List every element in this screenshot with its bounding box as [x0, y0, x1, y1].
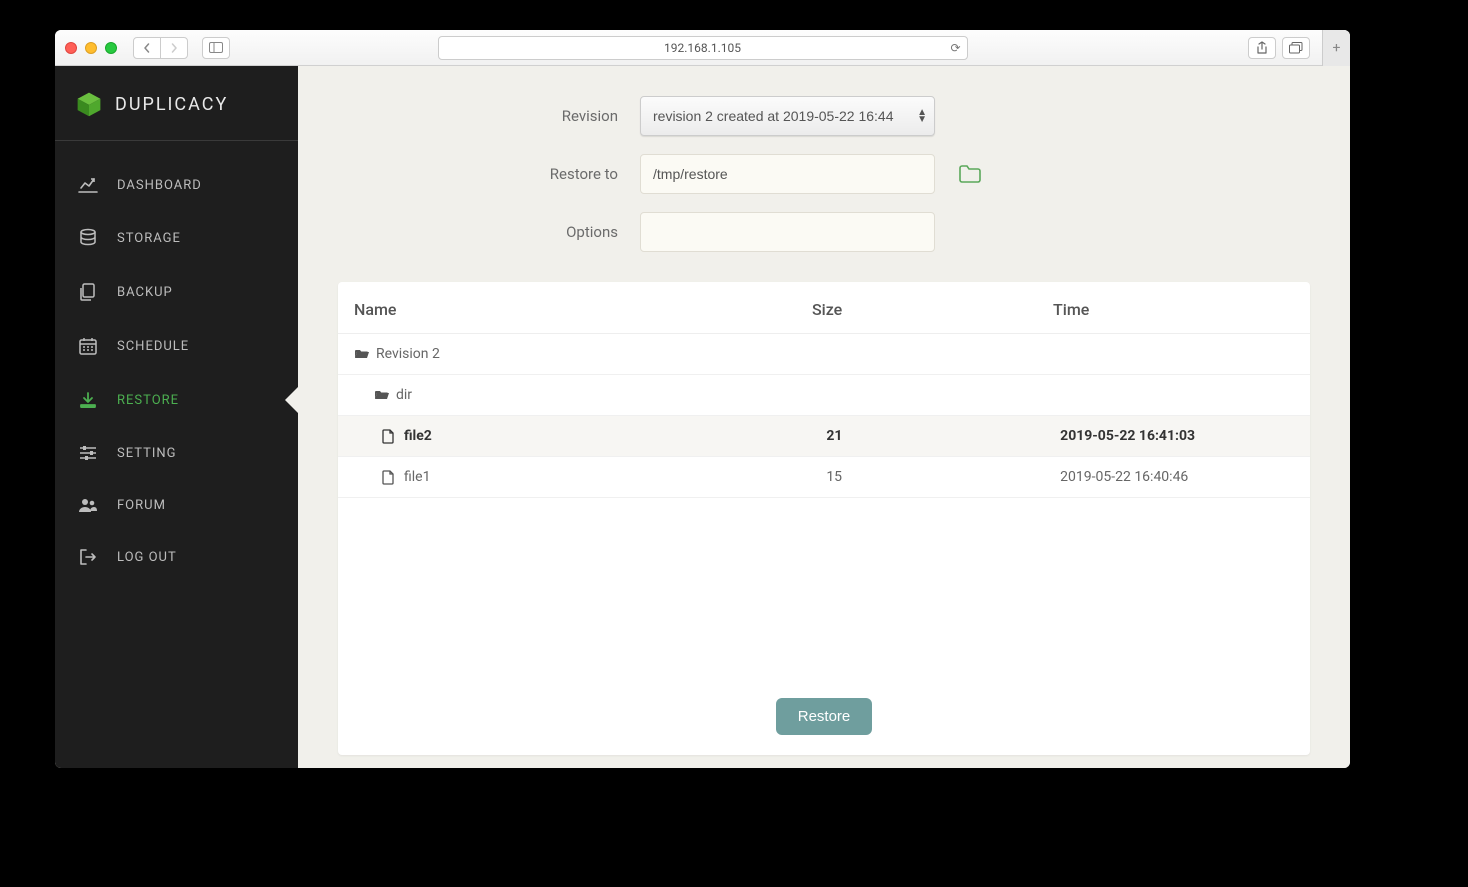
- brand-text: DUPLICACY: [115, 94, 228, 115]
- sidebar-item-label: STORAGE: [117, 231, 181, 246]
- restore-to-label: Restore to: [338, 165, 618, 183]
- close-window-button[interactable]: [65, 42, 77, 54]
- row-time: 2019-05-22 16:41:03: [1060, 428, 1294, 444]
- header-time: Time: [1053, 300, 1294, 319]
- folder-open-icon: [354, 348, 370, 360]
- sidebar-item-storage[interactable]: STORAGE: [55, 211, 298, 265]
- sidebar-item-setting[interactable]: SETTING: [55, 427, 298, 479]
- sidebar-item-dashboard[interactable]: DASHBOARD: [55, 159, 298, 211]
- copy-icon: [77, 282, 99, 302]
- window-controls: [65, 42, 117, 54]
- browser-window: 192.168.1.105 ⟳ + DUPLICACY: [55, 30, 1350, 768]
- table-row[interactable]: dir: [338, 375, 1310, 416]
- address-bar[interactable]: 192.168.1.105 ⟳: [438, 36, 968, 60]
- calendar-icon: [77, 336, 99, 356]
- users-icon: [77, 496, 99, 514]
- header-size: Size: [812, 300, 1053, 319]
- sidebar-item-label: LOG OUT: [117, 550, 177, 565]
- file-browser-card: Name Size Time Revision 2: [338, 282, 1310, 755]
- table-row[interactable]: file2 21 2019-05-22 16:41:03: [338, 416, 1310, 457]
- sidebar-item-label: BACKUP: [117, 285, 173, 300]
- browse-folder-button[interactable]: [957, 161, 983, 187]
- sidebar-item-label: FORUM: [117, 498, 166, 513]
- sidebar-item-schedule[interactable]: SCHEDULE: [55, 319, 298, 373]
- header-name: Name: [354, 300, 812, 319]
- row-name: Revision 2: [376, 346, 440, 362]
- row-name: file2: [404, 428, 432, 444]
- zoom-window-button[interactable]: [105, 42, 117, 54]
- file-table: Name Size Time Revision 2: [338, 282, 1310, 498]
- sidebar: DUPLICACY DASHBOARD STORAGE BACKUP: [55, 66, 298, 768]
- restore-to-row: Restore to: [338, 154, 1310, 194]
- file-icon: [382, 429, 398, 444]
- revision-label: Revision: [338, 107, 618, 125]
- row-size: 21: [826, 428, 1060, 444]
- minimize-window-button[interactable]: [85, 42, 97, 54]
- revision-row: Revision revision 2 created at 2019-05-2…: [338, 96, 1310, 136]
- row-size: 15: [826, 469, 1060, 485]
- titlebar: 192.168.1.105 ⟳ +: [55, 30, 1350, 66]
- table-row[interactable]: file1 15 2019-05-22 16:40:46: [338, 457, 1310, 498]
- back-button[interactable]: [133, 37, 161, 59]
- file-icon: [382, 470, 398, 485]
- download-icon: [77, 390, 99, 410]
- sidebar-item-label: RESTORE: [117, 393, 179, 408]
- database-icon: [77, 228, 99, 248]
- sidebar-item-restore[interactable]: RESTORE: [55, 373, 298, 427]
- new-tab-button[interactable]: +: [1322, 30, 1350, 66]
- table-header: Name Size Time: [338, 282, 1310, 334]
- revision-select[interactable]: revision 2 created at 2019-05-22 16:44: [640, 96, 935, 136]
- folder-open-icon: [374, 389, 390, 401]
- options-row: Options: [338, 212, 1310, 252]
- table-row[interactable]: Revision 2: [338, 334, 1310, 375]
- restore-button[interactable]: Restore: [776, 698, 873, 735]
- sidebar-item-logout[interactable]: LOG OUT: [55, 531, 298, 583]
- toolbar-right: +: [1248, 30, 1340, 66]
- row-name: file1: [404, 469, 430, 485]
- sidebar-toggle-button[interactable]: [202, 37, 230, 59]
- sliders-icon: [77, 444, 99, 462]
- nav-buttons: [133, 37, 188, 59]
- sidebar-item-label: SCHEDULE: [117, 339, 189, 354]
- options-label: Options: [338, 223, 618, 241]
- tabs-button[interactable]: [1282, 37, 1310, 59]
- main-content: Revision revision 2 created at 2019-05-2…: [298, 66, 1350, 768]
- sidebar-item-label: SETTING: [117, 446, 177, 461]
- sidebar-item-forum[interactable]: FORUM: [55, 479, 298, 531]
- row-time: 2019-05-22 16:40:46: [1060, 469, 1294, 485]
- logo-icon: [75, 90, 103, 118]
- sidebar-item-label: DASHBOARD: [117, 178, 202, 193]
- brand: DUPLICACY: [55, 84, 298, 141]
- chart-line-icon: [77, 176, 99, 194]
- url-text: 192.168.1.105: [664, 41, 741, 55]
- options-input[interactable]: [640, 212, 935, 252]
- share-button[interactable]: [1248, 37, 1276, 59]
- logout-icon: [77, 548, 99, 566]
- sidebar-item-backup[interactable]: BACKUP: [55, 265, 298, 319]
- row-name: dir: [396, 387, 412, 403]
- reload-icon[interactable]: ⟳: [950, 41, 960, 55]
- forward-button[interactable]: [160, 37, 188, 59]
- restore-to-input[interactable]: [640, 154, 935, 194]
